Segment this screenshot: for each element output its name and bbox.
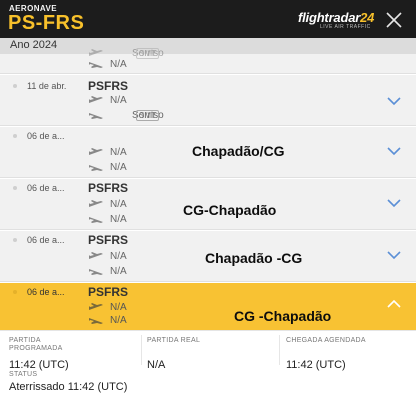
takeoff-icon [89,96,103,103]
row-dot [13,186,17,190]
route-annotation: Chapadão -CG [205,250,303,266]
row-dot [13,290,17,294]
landing-icon [89,113,103,119]
route-annotation: Chapadão/CG [192,143,285,159]
flight-row-partial[interactable]: Sorriso SMT N/A [0,48,416,74]
logo-number: 24 [360,10,375,25]
divider [141,335,142,365]
flight-row-selected[interactable]: 06 de a... PSFRS N/A N/A CG -Chapadão [0,283,416,330]
flight-details-panel: PARTIDA PROGRAMADA 11:42 (UTC) PARTIDA R… [0,330,416,400]
arrival-value: N/A [110,162,127,173]
landing-icon [89,165,103,171]
landing-icon [89,318,103,324]
scheduled-departure-label: PARTIDA PROGRAMADA [9,337,63,352]
row-dot [13,238,17,242]
close-button[interactable] [384,10,404,30]
flight-row[interactable]: 06 de a... PSFRS N/A N/A CG-Chapadão [0,179,416,230]
takeoff-icon [89,252,103,259]
flight-row[interactable]: 06 de a... N/A N/A Chapadão/CG [0,127,416,178]
chevron-down-icon[interactable] [386,96,402,106]
scheduled-arrival: CHEGADA AGENDADA 11:42 (UTC) [286,337,412,371]
flight-row[interactable]: 06 de a... PSFRS N/A N/A Chapadão -CG [0,231,416,282]
landing-icon [89,269,103,275]
chevron-down-icon[interactable] [386,198,402,208]
flight-date: 06 de a... [27,131,65,141]
takeoff-icon [89,303,103,310]
divider [279,335,280,365]
logo-tagline: LIVE AIR TRAFFIC [320,24,371,30]
arrival-value: N/A [110,266,127,277]
chevron-down-icon[interactable] [386,146,402,156]
row-dot [13,134,17,138]
departure-value: N/A [110,95,127,106]
actual-departure-value: N/A [147,359,166,371]
route-annotation: CG -Chapadão [234,308,332,324]
scheduled-arrival-label: CHEGADA AGENDADA [286,337,366,344]
takeoff-icon [89,148,103,155]
scheduled-departure: PARTIDA PROGRAMADA 11:42 (UTC) [9,337,139,371]
departure-value: N/A [110,147,127,158]
actual-departure: PARTIDA REAL N/A [147,337,277,371]
flight-registration: PSFRS [88,233,129,247]
status-label: STATUS [9,371,38,378]
row-dot [13,84,17,88]
scheduled-arrival-value: 11:42 (UTC) [286,359,346,371]
year-label: Ano 2024 [10,39,58,51]
origin-code: SMT [136,48,159,59]
departure-value: N/A [110,199,127,210]
flight-registration: PSFRS [88,79,129,93]
flight-date: 06 de a... [27,287,65,297]
scheduled-departure-value: 11:42 (UTC) [9,359,69,371]
flight-registration: PSFRS [88,181,129,195]
takeoff-icon [89,200,103,207]
chevron-down-icon[interactable] [386,250,402,260]
route-annotation: CG-Chapadão [183,202,277,218]
departure-value: N/A [110,251,127,262]
arrival-code: SMT [136,110,159,121]
chevron-up-icon[interactable] [386,299,402,309]
flight-date: 11 de abr. [27,81,67,91]
landing-icon [89,217,103,223]
logo-text: flightradar [298,10,361,25]
status-value: Aterrissado 11:42 (UTC) [9,381,128,393]
flightradar24-logo: flightradar24 LIVE AIR TRAFFIC [298,9,378,31]
departure-value: N/A [110,302,127,313]
flight-date: 06 de a... [27,183,65,193]
aircraft-header: AERONAVE PS-FRS flightradar24 LIVE AIR T… [0,0,416,38]
flight-status: STATUS Aterrissado 11:42 (UTC) [9,371,127,393]
actual-departure-label: PARTIDA REAL [147,337,201,344]
flight-registration: PSFRS [88,285,129,299]
flight-date: 06 de a... [27,235,65,245]
flight-row[interactable]: 11 de abr. PSFRS N/A Sorriso SMT [0,75,416,126]
takeoff-icon [89,49,103,56]
landing-icon [89,62,103,68]
aircraft-registration: PS-FRS [8,12,85,34]
close-icon [386,12,402,28]
destination-name: N/A [110,59,127,70]
arrival-value: N/A [110,214,127,225]
arrival-value: N/A [110,315,127,326]
year-section-header: Ano 2024 [0,38,416,54]
